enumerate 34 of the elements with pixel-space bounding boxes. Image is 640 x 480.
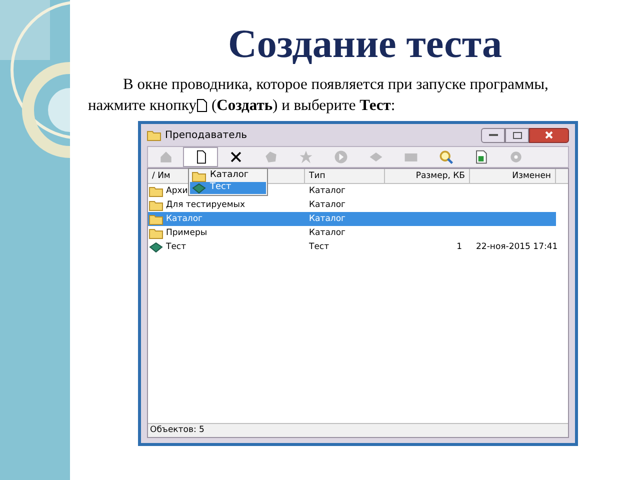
file-name[interactable]: Архи	[166, 184, 188, 198]
file-type: Каталог	[308, 198, 347, 212]
minimize-button[interactable]	[481, 128, 505, 142]
column-header[interactable]: Изменен	[470, 169, 556, 183]
page-icon	[197, 99, 208, 112]
slide-title: Создание теста	[226, 20, 502, 68]
folder-icon	[149, 214, 163, 224]
blob-icon	[262, 149, 278, 165]
status-text: Объектов: 5	[150, 424, 204, 437]
toolbar-button[interactable]	[183, 147, 218, 167]
file-type: Каталог	[308, 226, 347, 240]
close-icon	[545, 131, 553, 139]
star-icon	[298, 149, 314, 165]
maximize-button[interactable]	[505, 128, 529, 142]
instruction-text: (Создать) и выберите Тест:	[211, 96, 396, 116]
column-header[interactable]: Тип	[305, 169, 385, 183]
window-title: Преподаватель	[165, 128, 248, 142]
folder-icon	[147, 130, 161, 140]
close-button[interactable]	[529, 128, 569, 142]
column-header[interactable]: Размер, КБ	[385, 169, 470, 183]
file-type: Тест	[308, 240, 330, 254]
magnifier-icon	[438, 149, 454, 165]
file-type: Каталог	[308, 212, 347, 226]
instruction-text: нажмите кнопку	[88, 96, 196, 116]
play-icon	[332, 149, 348, 165]
house-icon	[158, 149, 174, 165]
file-size: 1	[456, 240, 462, 254]
file-type: Каталог	[308, 184, 347, 198]
instruction-text: В окне проводника, которое появляется при запуске программы,	[122, 75, 550, 95]
file-name[interactable]: Примеры	[166, 226, 208, 240]
file-name[interactable]: Тест	[166, 240, 186, 254]
menu-item[interactable]: Каталог	[190, 170, 266, 182]
file-modified: 22-ноя-2015 17:41	[476, 242, 558, 252]
file-name[interactable]: Для тестируемых	[166, 198, 246, 212]
